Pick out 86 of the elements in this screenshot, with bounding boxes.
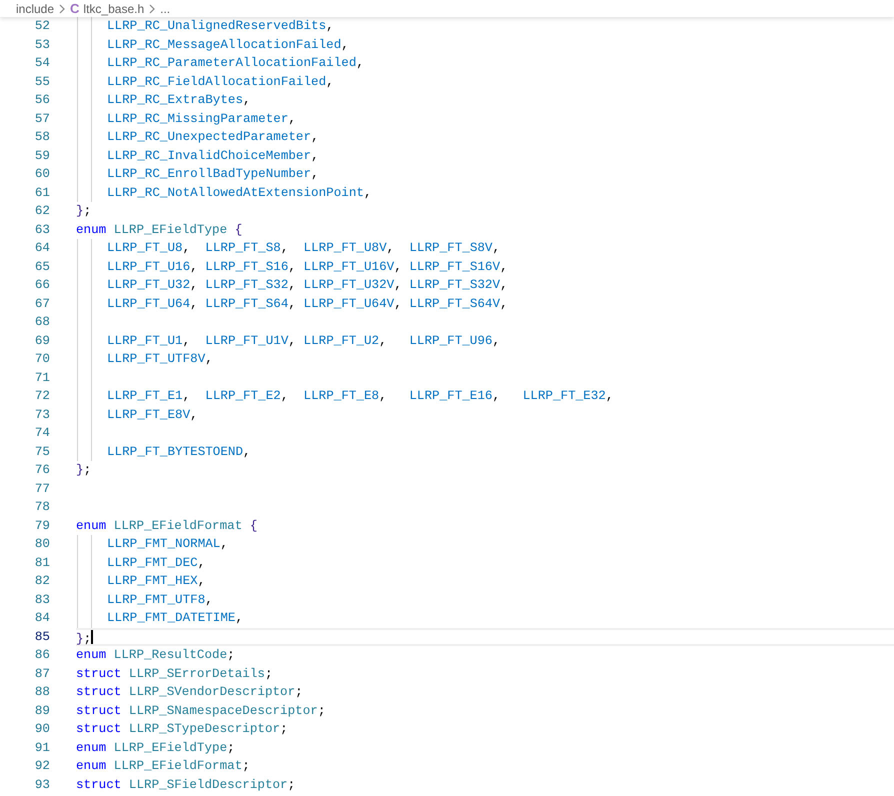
line-number: 69: [34, 332, 51, 350]
line-number: 86: [34, 647, 51, 664]
line-number: 66: [34, 277, 51, 294]
line-number: 89: [34, 702, 51, 720]
text-cursor: [91, 630, 94, 644]
code-line: LLRP_RC_ExtraBytes,: [107, 92, 251, 109]
code-line: LLRP_FMT_DEC,: [107, 554, 206, 572]
line-number: 56: [34, 92, 51, 109]
line-number: 61: [34, 184, 51, 202]
breadcrumb-file[interactable]: ltkc_base.h: [83, 2, 144, 14]
line-number: 54: [34, 55, 51, 72]
line-number: 55: [34, 74, 51, 90]
code-line: LLRP_FMT_DATETIME,: [107, 610, 244, 627]
code-line: LLRP_RC_FieldAllocationFailed,: [107, 74, 334, 90]
code-line: struct LLRP_SFieldDescriptor;: [76, 776, 296, 794]
line-number: 87: [34, 666, 51, 682]
line-number: 58: [34, 129, 51, 146]
line-number: 65: [34, 258, 51, 276]
line-number: 53: [34, 36, 51, 54]
line-number: 59: [34, 148, 51, 164]
code-line: enum LLRP_ResultCode;: [76, 647, 235, 664]
line-number: 72: [34, 388, 51, 405]
code-line: struct LLRP_SNamespaceDescriptor;: [76, 702, 326, 720]
code-line: struct LLRP_SVendorDescriptor;: [76, 684, 303, 701]
code-line: LLRP_FT_E8V,: [107, 406, 198, 424]
line-number: 82: [34, 573, 51, 590]
code-line: };: [76, 203, 92, 220]
code-line: LLRP_RC_MissingParameter,: [107, 110, 296, 128]
code-line: LLRP_RC_EnrollBadTypeNumber,: [107, 166, 319, 183]
code-line: };: [76, 630, 92, 644]
code-line: LLRP_FT_UTF8V,: [107, 351, 213, 368]
line-number: 88: [34, 684, 51, 701]
line-number: 91: [34, 740, 51, 756]
line-number: 63: [34, 222, 51, 238]
line-number: 74: [34, 425, 51, 442]
line-number: 83: [34, 592, 51, 608]
line-number: 76: [34, 462, 51, 479]
code-line: LLRP_RC_NotAllowedAtExtensionPoint,: [107, 184, 372, 202]
line-number: 71: [34, 370, 51, 386]
line-number: 81: [34, 554, 51, 572]
line-number: 52: [34, 18, 51, 35]
line-number: 80: [34, 536, 51, 553]
code-line: enum LLRP_EFieldFormat {: [76, 518, 258, 534]
line-number: 77: [34, 480, 51, 498]
line-number: 73: [34, 406, 51, 424]
line-number: 70: [34, 351, 51, 368]
c-file-icon: C: [70, 2, 80, 15]
line-number: 93: [34, 776, 51, 794]
code-line: LLRP_FT_U16, LLRP_FT_S16, LLRP_FT_U16V, LLRP_FT_S16V,: [107, 258, 508, 276]
chevron-right-icon: [58, 4, 66, 14]
code-line: enum LLRP_EFieldType {: [76, 222, 242, 238]
line-number: 78: [34, 499, 51, 516]
line-number: 84: [34, 610, 51, 627]
code-line: struct LLRP_STypeDescriptor;: [76, 721, 288, 738]
code-line: enum LLRP_EFieldType;: [76, 740, 235, 756]
line-number: 75: [34, 444, 51, 460]
line-number: 64: [34, 240, 51, 257]
line-number: 57: [34, 110, 51, 128]
code-line: LLRP_FMT_HEX,: [107, 573, 206, 590]
code-line: LLRP_RC_InvalidChoiceMember,: [107, 148, 319, 164]
code-line: struct LLRP_SErrorDetails;: [76, 666, 273, 682]
code-line: };: [76, 462, 92, 479]
line-number: 60: [34, 166, 51, 183]
code-line: enum LLRP_EFieldFormat;: [76, 758, 250, 775]
line-number: 79: [34, 518, 51, 534]
breadcrumb-folder[interactable]: include: [16, 2, 54, 14]
line-number: 90: [34, 721, 51, 738]
code-line: LLRP_FT_BYTESTOEND,: [107, 444, 251, 460]
code-line: LLRP_RC_ParameterAllocationFailed,: [107, 55, 364, 72]
breadcrumb-more[interactable]: ...: [160, 2, 170, 14]
chevron-right-icon: [148, 4, 156, 14]
code-line: LLRP_FT_U1, LLRP_FT_U1V, LLRP_FT_U2, LLRP_FT_U96,: [107, 332, 500, 350]
code-line: LLRP_RC_UnexpectedParameter,: [107, 129, 319, 146]
code-line: LLRP_FT_U8, LLRP_FT_S8, LLRP_FT_U8V, LLRP_FT_S8V,: [107, 240, 500, 257]
code-line: LLRP_FT_E1, LLRP_FT_E2, LLRP_FT_E8, LLRP_FT_E16, LLRP_FT_E32,: [107, 388, 614, 405]
line-number: 92: [34, 758, 51, 775]
code-line: LLRP_FMT_UTF8,: [107, 592, 213, 608]
code-line: LLRP_FMT_NORMAL,: [107, 536, 228, 553]
code-line: LLRP_FT_U64, LLRP_FT_S64, LLRP_FT_U64V, LLRP_FT_S64V,: [107, 296, 508, 312]
line-number: 67: [34, 296, 51, 312]
line-number: 68: [34, 314, 51, 331]
code-line: LLRP_FT_U32, LLRP_FT_S32, LLRP_FT_U32V, LLRP_FT_S32V,: [107, 277, 508, 294]
line-number: 85: [34, 628, 51, 646]
code-line: LLRP_RC_MessageAllocationFailed,: [107, 36, 349, 54]
line-number: 62: [34, 203, 51, 220]
code-line: LLRP_RC_UnalignedReservedBits,: [107, 18, 334, 35]
